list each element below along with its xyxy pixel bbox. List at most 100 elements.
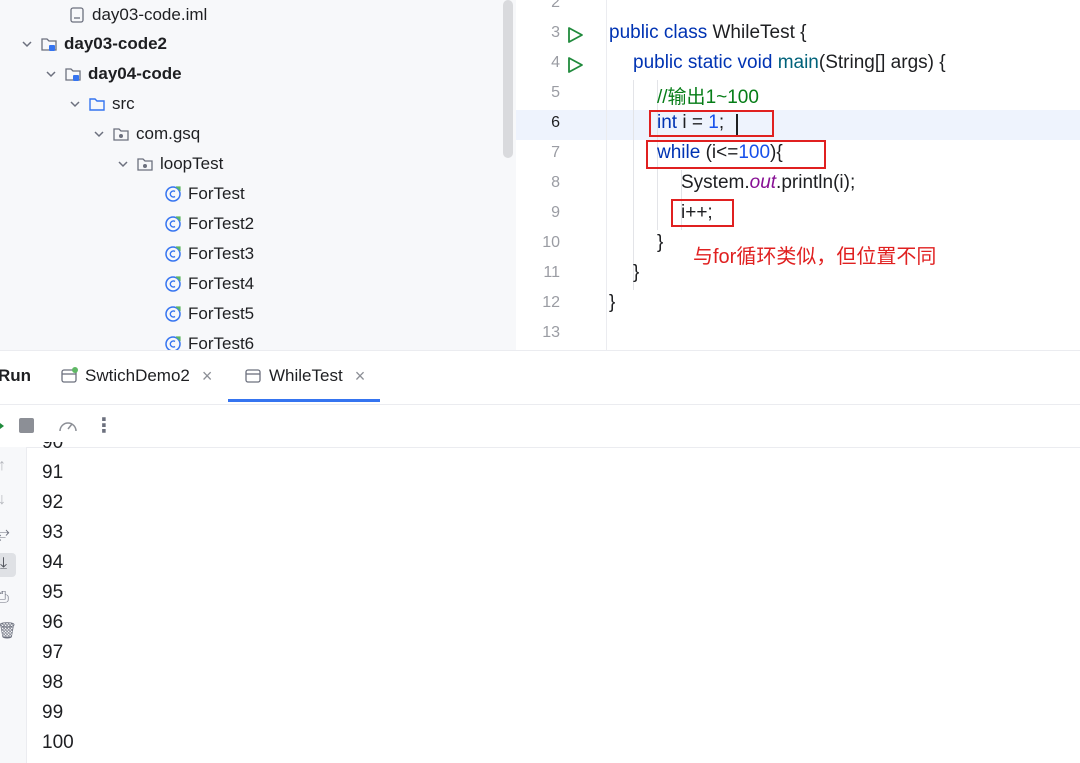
print-icon[interactable]: ⎙ — [0, 589, 9, 607]
highlight-box-condition — [646, 140, 826, 169]
code-line-3: public class WhileTest { — [609, 22, 806, 44]
gutter-divider — [606, 0, 607, 350]
project-tree: day03-code.iml day03-code2 day04-code src co… — [0, 0, 516, 350]
class-icon — [165, 336, 181, 350]
run-class-icon[interactable] — [566, 26, 584, 44]
line-number: 11 — [543, 264, 560, 281]
line-number: 10 — [542, 234, 560, 251]
trash-icon[interactable]: 🗑 — [0, 621, 17, 641]
code-token: (String[] args) { — [818, 52, 946, 73]
source-folder-icon — [89, 98, 105, 111]
tree-item-label: ForTest — [188, 184, 245, 203]
tree-item-label: day04-code — [88, 64, 182, 83]
line-number: 13 — [542, 324, 560, 341]
code-token: System. — [681, 172, 750, 193]
tree-item[interactable]: ForTest5 — [164, 299, 254, 329]
tree-item[interactable]: ForTest4 — [164, 269, 254, 299]
close-icon[interactable]: × — [202, 366, 213, 387]
line-number: 5 — [551, 84, 560, 101]
rerun-icon[interactable] — [0, 418, 6, 434]
tree-scrollbar[interactable] — [503, 0, 513, 158]
up-arrow-icon[interactable]: ↑ — [0, 457, 6, 475]
console-output-line: 94 — [42, 552, 64, 573]
class-icon — [165, 216, 181, 232]
class-icon — [165, 306, 181, 322]
tab-swtichdemo2[interactable]: SwtichDemo2 × — [60, 351, 212, 401]
code-line-5: //输出1~100 — [657, 82, 759, 109]
package-icon — [137, 158, 153, 171]
chevron-down-icon[interactable] — [116, 157, 130, 171]
highlight-box-increment — [671, 199, 734, 227]
code-token: //输出 — [657, 87, 706, 108]
tree-item[interactable]: day03-code2 — [20, 29, 167, 59]
close-icon[interactable]: × — [355, 366, 366, 387]
tree-item-label: ForTest2 — [188, 214, 255, 233]
tree-item[interactable]: ForTest6 — [164, 329, 254, 350]
more-options-icon[interactable]: ⋮ — [94, 413, 114, 438]
tree-item-label: ForTest5 — [188, 304, 255, 323]
code-token: 1~100 — [705, 87, 759, 108]
class-icon — [165, 186, 181, 202]
tab-whiletest[interactable]: WhileTest × — [244, 351, 365, 401]
console-output-line: 95 — [42, 582, 64, 603]
highlight-box-init — [649, 110, 774, 137]
chevron-down-icon[interactable] — [92, 127, 106, 141]
run-panel-title: Run — [0, 351, 31, 401]
code-line-11: } — [633, 262, 640, 283]
tab-label: SwtichDemo2 — [85, 366, 190, 385]
line-number: 8 — [551, 174, 560, 191]
tree-item-label: ForTest3 — [188, 244, 255, 263]
tree-item-label: ForTest6 — [188, 334, 255, 350]
code-token: .println(i); — [776, 172, 856, 193]
tree-item[interactable]: ForTest3 — [164, 239, 254, 269]
console-output-line: 99 — [42, 702, 64, 723]
soft-wrap-icon[interactable]: ⥂ — [0, 525, 10, 543]
code-token: public class — [609, 22, 713, 43]
console-side-toolbar: ↑ ↓ ⥂ ⤓ ⎙ 🗑 — [0, 447, 27, 763]
code-line-4: public static void main(String[] args) { — [633, 52, 946, 74]
tree-item[interactable]: src — [68, 89, 135, 119]
package-icon — [113, 128, 129, 141]
indent-guide — [633, 80, 634, 290]
chevron-down-icon[interactable] — [44, 67, 58, 81]
current-line-highlight — [516, 110, 1080, 140]
run-config-icon — [61, 367, 78, 383]
tree-item-label: loopTest — [160, 154, 224, 173]
run-main-icon[interactable] — [566, 56, 584, 74]
line-number: 3 — [551, 24, 560, 41]
tree-item[interactable]: day04-code — [44, 59, 182, 89]
line-number: 6 — [551, 114, 560, 131]
tree-item-label: com.gsq — [136, 124, 201, 143]
tab-label: WhileTest — [269, 366, 343, 385]
annotation-note: 与for循环类似，但位置不同 — [693, 246, 937, 268]
code-line-12: } — [609, 292, 616, 313]
tree-item[interactable]: loopTest — [116, 149, 223, 179]
code-token: main — [777, 52, 819, 73]
file-icon — [70, 7, 84, 23]
scroll-to-end-icon: ⤓ — [0, 555, 8, 572]
scroll-to-end-button[interactable]: ⤓ — [0, 553, 16, 577]
dashboard-icon[interactable] — [57, 416, 79, 436]
tree-item[interactable]: ForTest2 — [164, 209, 254, 239]
stop-icon[interactable] — [19, 418, 34, 433]
down-arrow-icon[interactable]: ↓ — [0, 491, 6, 509]
run-title: Run — [0, 366, 32, 385]
console-output-line: 96 — [42, 612, 64, 633]
tree-item-label: ForTest4 — [188, 274, 255, 293]
chevron-down-icon[interactable] — [68, 97, 82, 111]
tree-item-label: src — [112, 94, 135, 113]
tree-item[interactable]: ForTest — [164, 179, 245, 209]
console-output-line: 93 — [42, 522, 64, 543]
line-number: 12 — [542, 294, 560, 311]
line-number: 9 — [551, 204, 560, 221]
console-output-line: 98 — [42, 672, 64, 693]
tree-item[interactable]: com.gsq — [92, 119, 200, 149]
tree-item-label: day03-code2 — [64, 34, 167, 53]
console-output-line: 91 — [42, 462, 64, 483]
tree-item[interactable]: day03-code.iml — [68, 0, 207, 30]
console-output-line: 92 — [42, 492, 64, 513]
chevron-down-icon[interactable] — [20, 37, 34, 51]
module-icon — [41, 38, 57, 51]
code-token: out — [749, 172, 777, 193]
class-icon — [165, 276, 181, 292]
